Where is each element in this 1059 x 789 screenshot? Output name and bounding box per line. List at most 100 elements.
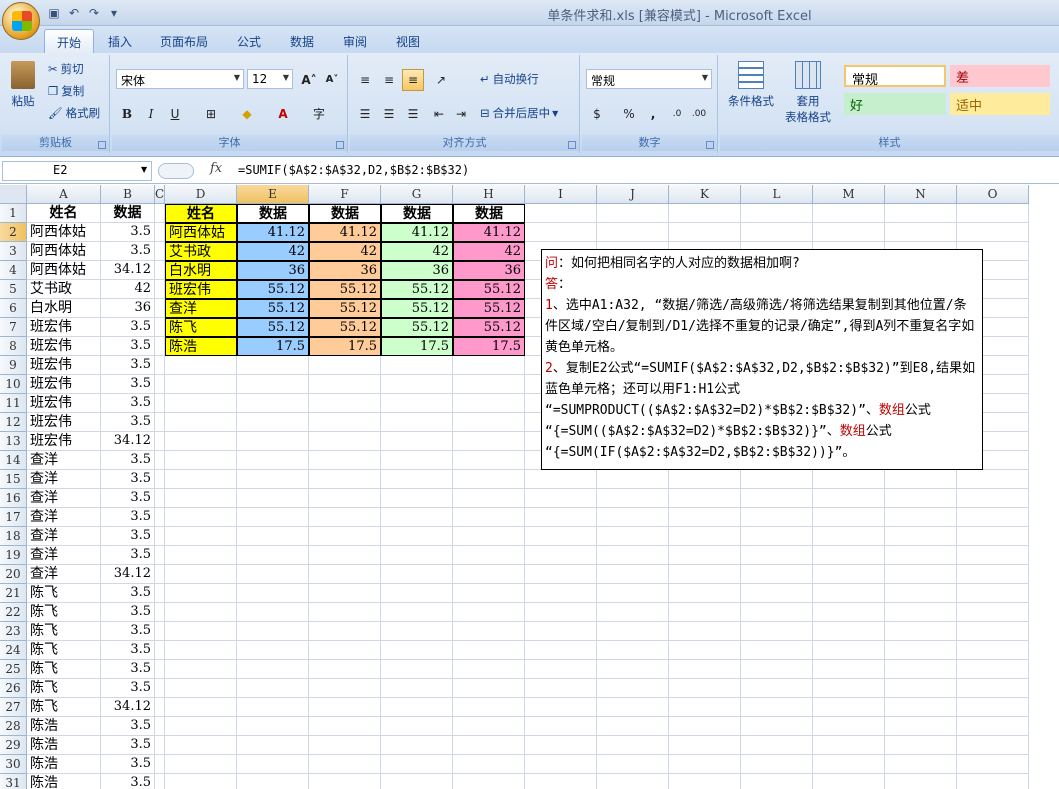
cell[interactable] [309,546,381,565]
chevron-down-icon[interactable]: ▼ [141,165,147,174]
cell[interactable] [669,660,741,679]
cell[interactable] [669,603,741,622]
cell[interactable] [453,413,525,432]
cell[interactable] [155,755,165,774]
cell[interactable] [237,698,309,717]
cell[interactable] [597,508,669,527]
row-header[interactable]: 15 [0,470,27,489]
cell[interactable] [453,755,525,774]
cell[interactable] [165,660,237,679]
row-header[interactable]: 12 [0,413,27,432]
cell[interactable] [309,717,381,736]
cell[interactable] [885,565,957,584]
cell[interactable] [381,356,453,375]
cell[interactable] [155,356,165,375]
cell[interactable] [813,470,885,489]
column-header-c[interactable]: C [155,185,165,204]
cell[interactable] [957,204,1029,223]
summary-header-cell[interactable]: 数据 [453,204,525,223]
row-header[interactable]: 24 [0,641,27,660]
cell[interactable] [165,394,237,413]
row-header[interactable]: 4 [0,261,27,280]
cell[interactable] [237,565,309,584]
cell[interactable] [525,546,597,565]
value-cell[interactable]: 34.12 [101,698,155,717]
cell[interactable] [669,470,741,489]
cell[interactable] [885,698,957,717]
cell[interactable] [453,394,525,413]
cell[interactable] [309,451,381,470]
cell[interactable] [885,774,957,789]
cell[interactable] [453,622,525,641]
cell[interactable] [957,679,1029,698]
increase-indent-icon[interactable]: ⇥ [450,103,472,125]
cell[interactable] [453,774,525,789]
cell[interactable] [165,679,237,698]
cell[interactable] [309,755,381,774]
name-cell[interactable]: 班宏伟 [27,432,101,451]
active-cell[interactable]: 41.12 [237,223,309,242]
cell[interactable] [741,622,813,641]
cell[interactable] [741,470,813,489]
name-cell[interactable]: 查洋 [27,546,101,565]
style-good[interactable]: 好 [844,93,946,115]
cell[interactable] [597,622,669,641]
cell[interactable] [165,413,237,432]
value-cell[interactable]: 3.5 [101,736,155,755]
unique-name-cell[interactable]: 白水明 [165,261,237,280]
cell[interactable] [957,698,1029,717]
cell[interactable] [309,356,381,375]
cell[interactable] [155,641,165,660]
sum-result-cell[interactable]: 36 [381,261,453,280]
cell[interactable] [237,489,309,508]
value-cell[interactable]: 42 [101,280,155,299]
unique-name-cell[interactable]: 陈飞 [165,318,237,337]
row-header[interactable]: 30 [0,755,27,774]
cell[interactable] [309,527,381,546]
cell[interactable] [597,679,669,698]
cell[interactable] [381,451,453,470]
cell[interactable] [669,527,741,546]
column-header-f[interactable]: F [309,185,381,204]
cell[interactable] [165,527,237,546]
cell[interactable] [237,584,309,603]
cell[interactable] [381,698,453,717]
name-box[interactable]: E2 [2,161,152,181]
sum-result-cell[interactable]: 36 [237,261,309,280]
value-cell[interactable]: 3.5 [101,489,155,508]
column-header-b[interactable]: B [101,185,155,204]
cell[interactable] [525,679,597,698]
cell[interactable] [453,470,525,489]
cell[interactable] [155,489,165,508]
cell[interactable] [597,641,669,660]
explanation-textbox[interactable]: 问：如何把相同名字的人对应的数据相加啊? 答： 1、选中A1:A32, “数据/… [541,249,983,470]
cell[interactable] [309,698,381,717]
style-bad[interactable]: 差 [950,65,1050,87]
cell[interactable] [885,223,957,242]
cell[interactable] [885,679,957,698]
row-header[interactable]: 21 [0,584,27,603]
cell[interactable] [813,736,885,755]
cell[interactable] [597,223,669,242]
cell[interactable] [525,527,597,546]
cell[interactable] [741,584,813,603]
cell[interactable] [741,508,813,527]
unique-name-cell[interactable]: 艾书政 [165,242,237,261]
name-cell[interactable]: 陈飞 [27,584,101,603]
cell[interactable] [669,565,741,584]
column-header-d[interactable]: D [165,185,237,204]
cell[interactable] [155,299,165,318]
formula-input[interactable]: =SUMIF($A$2:$A$32,D2,$B$2:$B$32) [238,161,469,181]
cell[interactable] [453,432,525,451]
cell[interactable] [813,755,885,774]
cell[interactable] [453,584,525,603]
clipboard-launcher-icon[interactable] [98,141,106,149]
cell[interactable] [155,603,165,622]
cell[interactable] [381,603,453,622]
row-header[interactable]: 11 [0,394,27,413]
cell[interactable] [237,375,309,394]
cell[interactable] [885,603,957,622]
row-header[interactable]: 31 [0,774,27,789]
cell[interactable] [669,508,741,527]
cell[interactable] [381,774,453,789]
